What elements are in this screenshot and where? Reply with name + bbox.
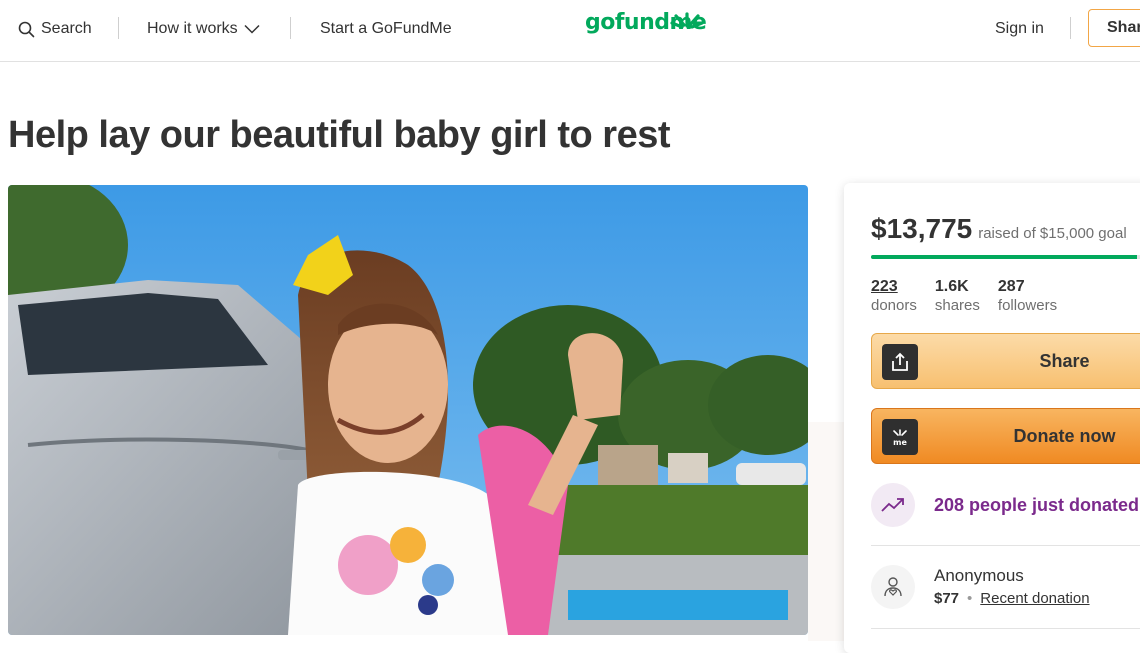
divider: [871, 545, 1140, 546]
donate-now-button[interactable]: me Donate now: [871, 408, 1140, 464]
donor-name: Anonymous: [934, 566, 1024, 585]
donation-list-item: Anonymous $77 • Recent donation: [871, 565, 1090, 611]
nav-divider: [1070, 17, 1071, 39]
chevron-down-icon: [244, 24, 260, 34]
how-it-works-menu[interactable]: How it works: [147, 0, 260, 58]
campaign-title: Help lay our beautiful baby girl to rest: [8, 114, 671, 156]
nav-divider: [118, 17, 119, 39]
sign-in-label: Sign in: [995, 20, 1044, 37]
trending-up-icon: [871, 483, 915, 527]
sign-in-link[interactable]: Sign in: [995, 0, 1044, 58]
raised-amount: $13,775: [871, 213, 973, 244]
followers-label: followers: [997, 297, 1058, 314]
search-link[interactable]: Search: [18, 0, 92, 58]
divider: [871, 628, 1140, 629]
progress-bar: [871, 255, 1140, 259]
search-label: Search: [41, 20, 92, 37]
donor-meta: $77 • Recent donation: [934, 587, 1090, 611]
donor-info: Anonymous $77 • Recent donation: [934, 565, 1090, 611]
stat-donors[interactable]: 223 donors: [871, 277, 917, 315]
goal-text: raised of $15,000 goal: [978, 225, 1127, 242]
donors-label: donors: [871, 297, 917, 314]
share-button[interactable]: Share: [871, 333, 1140, 389]
header-share-button[interactable]: Share: [1088, 9, 1140, 47]
how-it-works-label: How it works: [147, 20, 238, 37]
recent-donation-link[interactable]: Recent donation: [980, 590, 1089, 607]
donor-heart-icon: [871, 565, 915, 609]
raised-summary: $13,775 raised of $15,000 goal: [871, 213, 1127, 245]
recent-activity-text: 208 people just donated: [934, 494, 1140, 515]
donation-card: $13,775 raised of $15,000 goal 223 donor…: [844, 183, 1140, 653]
progress-fill: [871, 255, 1138, 259]
separator-dot: •: [967, 590, 973, 607]
start-gofundme-label: Start a GoFundMe: [320, 20, 452, 37]
donation-amount: $77: [934, 590, 960, 607]
gofundme-logo[interactable]: gofundme: [585, 10, 707, 35]
page-background-block: [808, 422, 848, 641]
shares-count: 1.6K: [934, 278, 969, 295]
logo-sprout-icon: [670, 12, 704, 29]
start-gofundme-link[interactable]: Start a GoFundMe: [320, 0, 452, 58]
stat-shares: 1.6K shares: [935, 277, 980, 315]
stat-followers: 287 followers: [998, 277, 1057, 315]
search-icon: [18, 21, 35, 37]
share-button-label: Share: [1039, 350, 1090, 371]
recent-activity[interactable]: 208 people just donated: [871, 483, 1139, 527]
shares-label: shares: [934, 297, 980, 314]
followers-count: 287: [997, 278, 1025, 295]
campaign-stats: 223 donors 1.6K shares 287 followers: [871, 277, 1075, 315]
top-navigation: Search How it works Start a GoFundMe gof…: [0, 0, 1140, 62]
campaign-photo[interactable]: [8, 185, 808, 635]
header-share-label: Share: [1107, 19, 1140, 36]
donate-button-label: Donate now: [1013, 425, 1116, 446]
donors-count[interactable]: 223: [871, 277, 917, 297]
nav-divider: [290, 17, 291, 39]
